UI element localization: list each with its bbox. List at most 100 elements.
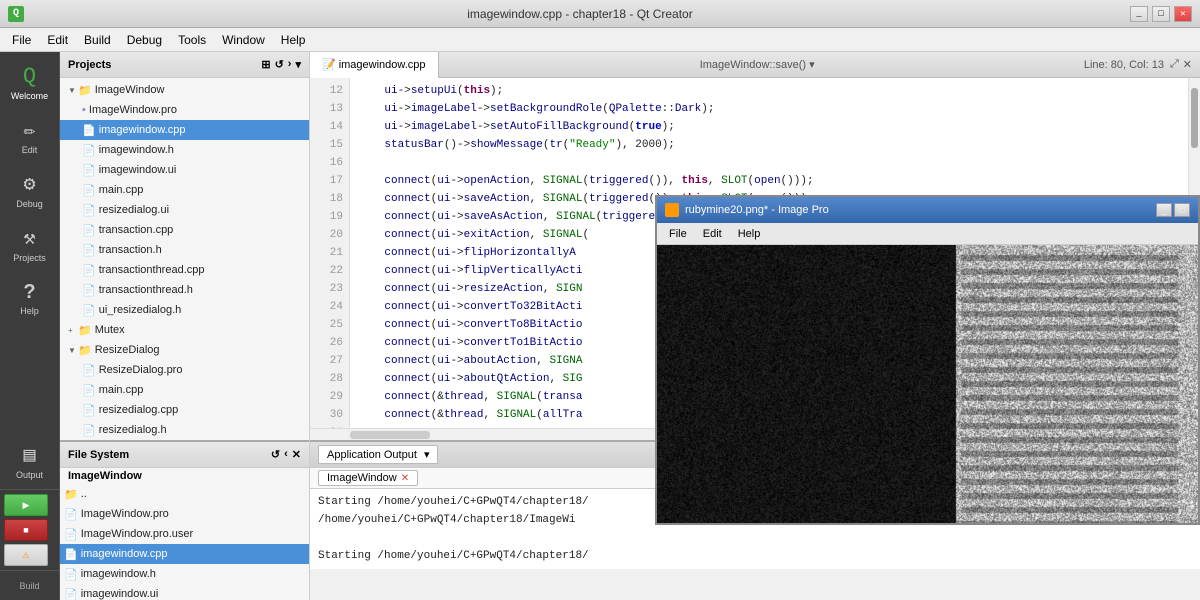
minimize-button[interactable]: _ bbox=[1130, 6, 1148, 22]
menu-tools[interactable]: Tools bbox=[170, 31, 214, 49]
tree-item-transaction-cpp[interactable]: 📄 transaction.cpp bbox=[60, 220, 309, 240]
noise-image bbox=[657, 245, 1198, 523]
menu-help[interactable]: Help bbox=[273, 31, 314, 49]
label-main-cpp: main.cpp bbox=[99, 184, 144, 196]
tree-item-transaction-h[interactable]: 📄 transaction.h bbox=[60, 240, 309, 260]
fs-item-dotdot[interactable]: 📁 .. bbox=[60, 484, 309, 504]
fs-close-icon[interactable]: ✕ bbox=[292, 448, 301, 461]
fs-item-imagewindow-cpp[interactable]: 📄 imagewindow.cpp bbox=[60, 544, 309, 564]
image-canvas bbox=[657, 245, 1198, 523]
fs-item-imagepro[interactable]: 📄 ImageWindow.pro bbox=[60, 504, 309, 524]
tree-item-resizedialog-ui[interactable]: 📄 resizedialog.ui bbox=[60, 200, 309, 220]
panel-forward-icon[interactable]: › bbox=[288, 58, 292, 71]
fs-item-imagepro-user[interactable]: 📄 ImageWindow.pro.user bbox=[60, 524, 309, 544]
image-menu-help[interactable]: Help bbox=[730, 226, 769, 242]
tree-item-mutex-folder[interactable]: + 📁 Mutex bbox=[60, 320, 309, 340]
tree-item-rd-cpp[interactable]: 📄 resizedialog.cpp bbox=[60, 400, 309, 420]
sidebar-welcome-button[interactable]: Q Welcome bbox=[4, 56, 56, 108]
folder-icon-resizedialog: 📁 bbox=[78, 344, 92, 357]
image-menu-edit[interactable]: Edit bbox=[695, 226, 730, 242]
tree-item-transactionthread-cpp[interactable]: 📄 transactionthread.cpp bbox=[60, 260, 309, 280]
image-window-minimize[interactable]: _ bbox=[1156, 203, 1172, 217]
menu-file[interactable]: File bbox=[4, 31, 39, 49]
sidebar-help-label: Help bbox=[20, 306, 39, 316]
menu-bar: File Edit Build Debug Tools Window Help bbox=[0, 28, 1200, 52]
tree-item-main-cpp[interactable]: 📄 main.cpp bbox=[60, 180, 309, 200]
tree-item-imagewindow-cpp[interactable]: 📄 imagewindow.cpp bbox=[60, 120, 309, 140]
image-window-maximize[interactable]: □ bbox=[1174, 203, 1190, 217]
output-tab-dropdown[interactable]: ▾ bbox=[424, 449, 430, 461]
image-menu-file[interactable]: File bbox=[661, 226, 695, 242]
debug-icon: ⚙ bbox=[23, 171, 35, 197]
menu-edit[interactable]: Edit bbox=[39, 31, 76, 49]
panel-dropdown-icon[interactable]: ▾ bbox=[295, 58, 301, 71]
projects-panel-title: Projects bbox=[68, 59, 111, 71]
tree-item-imagewindow-pro[interactable]: ▪ ImageWindow.pro bbox=[60, 100, 309, 120]
location-info: Line: 80, Col: 13 ⤢ ✕ bbox=[1076, 58, 1200, 71]
sidebar-welcome-label: Welcome bbox=[11, 91, 48, 101]
build-run-button[interactable]: ▶ bbox=[4, 494, 48, 516]
fs-back-icon[interactable]: ‹ bbox=[284, 448, 288, 461]
fs-icon-imagewindow-ui: 📄 bbox=[64, 588, 78, 600]
menu-build[interactable]: Build bbox=[76, 31, 119, 49]
sidebar-output-button[interactable]: ▤ Output bbox=[4, 435, 56, 487]
file-system-header: File System ↺ ‹ ✕ bbox=[60, 442, 309, 468]
tree-item-imagewindow-h[interactable]: 📄 imagewindow.h bbox=[60, 140, 309, 160]
fs-label-imagewindow-ui: imagewindow.ui bbox=[81, 588, 159, 600]
tree-item-transactionthread-h[interactable]: 📄 transactionthread.h bbox=[60, 280, 309, 300]
sidebar-edit-button[interactable]: ✏ Edit bbox=[4, 110, 56, 162]
fs-label-imagepro-user: ImageWindow.pro.user bbox=[81, 528, 194, 540]
build-warning-button[interactable]: ⚠ bbox=[4, 544, 48, 566]
build-label[interactable]: Build bbox=[0, 570, 59, 600]
tree-item-imagewindow-ui[interactable]: 📄 imagewindow.ui bbox=[60, 160, 309, 180]
projects-panel-actions: ⊞ ↺ › ▾ bbox=[261, 58, 301, 71]
sidebar-help-button[interactable]: ? Help bbox=[4, 272, 56, 324]
output-tab-app[interactable]: Application Output ▾ bbox=[318, 445, 438, 464]
tree-item-resizedialog-pro[interactable]: 📄 ResizeDialog.pro bbox=[60, 360, 309, 380]
function-dropdown[interactable]: ImageWindow::save() ▾ bbox=[692, 58, 823, 71]
sidebar-debug-button[interactable]: ⚙ Debug bbox=[4, 164, 56, 216]
label-imagewindow-ui: imagewindow.ui bbox=[99, 164, 177, 176]
projects-panel: Projects ⊞ ↺ › ▾ ▼ 📁 ImageWindow bbox=[60, 52, 309, 440]
menu-debug[interactable]: Debug bbox=[119, 31, 170, 49]
editor-tab-imagewindow-cpp[interactable]: 📝 imagewindow.cpp bbox=[310, 52, 439, 78]
fs-icon-imagepro-user: 📄 bbox=[64, 528, 78, 541]
close-button[interactable]: ✕ bbox=[1174, 6, 1192, 22]
fs-icon-imagewindow-cpp: 📄 bbox=[64, 548, 78, 561]
label-imagewindow-pro: ImageWindow.pro bbox=[89, 104, 177, 116]
editor-expand-icon[interactable]: ⤢ bbox=[1170, 58, 1179, 71]
file-icon-pro: ▪ bbox=[82, 104, 86, 116]
process-tab-imagewindow[interactable]: ImageWindow ✕ bbox=[318, 470, 418, 486]
tree-item-imagewindow-folder[interactable]: ▼ 📁 ImageWindow bbox=[60, 80, 309, 100]
fs-sync-icon[interactable]: ↺ bbox=[271, 448, 280, 461]
maximize-button[interactable]: □ bbox=[1152, 6, 1170, 22]
label-resizedialog-ui: resizedialog.ui bbox=[99, 204, 169, 216]
menu-window[interactable]: Window bbox=[214, 31, 273, 49]
fs-item-imagewindow-h[interactable]: 📄 imagewindow.h bbox=[60, 564, 309, 584]
process-tab-label: ImageWindow bbox=[327, 472, 397, 484]
build-stop-button[interactable]: ■ bbox=[4, 519, 48, 541]
line-numbers: 1213141516 1718192021 2223242526 2728293… bbox=[310, 78, 350, 428]
process-tab-close[interactable]: ✕ bbox=[401, 473, 409, 484]
icon-sidebar: Q Welcome ✏ Edit ⚙ Debug ⚒ Projects ? He… bbox=[0, 52, 60, 600]
output-icon: ▤ bbox=[23, 442, 35, 468]
tree-item-rd-h[interactable]: 📄 resizedialog.h bbox=[60, 420, 309, 440]
label-transaction-cpp: transaction.cpp bbox=[99, 224, 174, 236]
label-imagewindow-h: imagewindow.h bbox=[99, 144, 174, 156]
help-icon: ? bbox=[23, 281, 35, 304]
panel-filter-icon[interactable]: ⊞ bbox=[261, 58, 270, 71]
tree-item-ui-resizedialog-h[interactable]: 📄 ui_resizedialog.h bbox=[60, 300, 309, 320]
tree-item-resizedialog-folder[interactable]: ▼ 📁 ResizeDialog bbox=[60, 340, 309, 360]
editor-close-icon[interactable]: ✕ bbox=[1183, 58, 1192, 71]
file-icon-transthread-cpp: 📄 bbox=[82, 264, 96, 277]
location-text: Line: 80, Col: 13 bbox=[1084, 59, 1164, 71]
fs-label-imagewindow-h: imagewindow.h bbox=[81, 568, 156, 580]
panel-sync-icon[interactable]: ↺ bbox=[275, 58, 284, 71]
fs-item-imagewindow-ui[interactable]: 📄 imagewindow.ui bbox=[60, 584, 309, 600]
label-imagewindow-cpp: imagewindow.cpp bbox=[99, 124, 186, 136]
image-window-title: rubymine20.png* - Image Pro bbox=[685, 204, 1156, 216]
file-icon-rd-pro: 📄 bbox=[82, 364, 96, 377]
tree-item-rd-main-cpp[interactable]: 📄 main.cpp bbox=[60, 380, 309, 400]
sidebar-projects-button[interactable]: ⚒ Projects bbox=[4, 218, 56, 270]
file-icon-resizedialog-ui: 📄 bbox=[82, 204, 96, 217]
